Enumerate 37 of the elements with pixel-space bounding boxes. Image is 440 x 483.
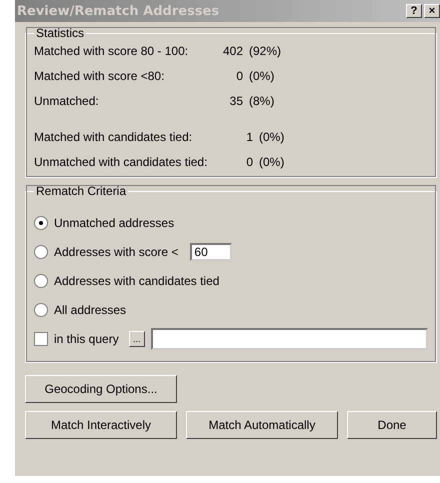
geocoding-options-button[interactable]: Geocoding Options... [25, 375, 177, 403]
group-title: Statistics [35, 26, 86, 40]
radio-button[interactable] [34, 302, 48, 316]
radio-button[interactable] [34, 244, 48, 258]
stat-count: 0 [235, 69, 243, 83]
stat-count: 0 [245, 155, 253, 169]
stat-percent: (0%) [249, 69, 276, 83]
browse-button[interactable]: ... [128, 330, 145, 346]
checkbox[interactable] [34, 332, 48, 346]
option-label[interactable]: Unmatched addresses [54, 216, 174, 230]
dialog-button[interactable]: Match Interactively [25, 411, 177, 439]
stat-percent: (92%) [249, 44, 282, 58]
stat-label: Unmatched: [34, 94, 100, 108]
radio-button[interactable] [34, 216, 48, 230]
stat-count: 1 [245, 130, 253, 144]
query-field[interactable] [150, 328, 428, 350]
stat-percent: (8%) [249, 94, 276, 108]
stat-label: Matched with score <80: [34, 69, 166, 83]
stat-percent: (0%) [259, 130, 286, 144]
dialog-button[interactable]: Done [347, 411, 437, 439]
stat-count: 402 [222, 44, 243, 58]
stat-count: 35 [228, 94, 243, 108]
checkbox-label[interactable]: in this query [54, 332, 119, 346]
stat-percent: (0%) [259, 155, 286, 169]
option-label[interactable]: Addresses with score < [54, 244, 178, 258]
option-label[interactable]: All addresses [54, 302, 126, 316]
group-title: Rematch Criteria [35, 184, 128, 198]
stat-label: Matched with candidates tied: [34, 130, 194, 144]
score-field[interactable]: 60 [190, 242, 232, 260]
stat-label: Unmatched with candidates tied: [34, 155, 208, 169]
help-button[interactable]: ? [406, 4, 422, 18]
dialog-button[interactable]: Match Automatically [186, 411, 338, 439]
option-label[interactable]: Addresses with candidates tied [54, 274, 220, 288]
close-button[interactable]: × [424, 4, 440, 18]
radio-button[interactable] [34, 274, 48, 288]
window-title: Review/Rematch Addresses [17, 4, 220, 18]
stat-label: Matched with score 80 - 100: [34, 44, 190, 58]
